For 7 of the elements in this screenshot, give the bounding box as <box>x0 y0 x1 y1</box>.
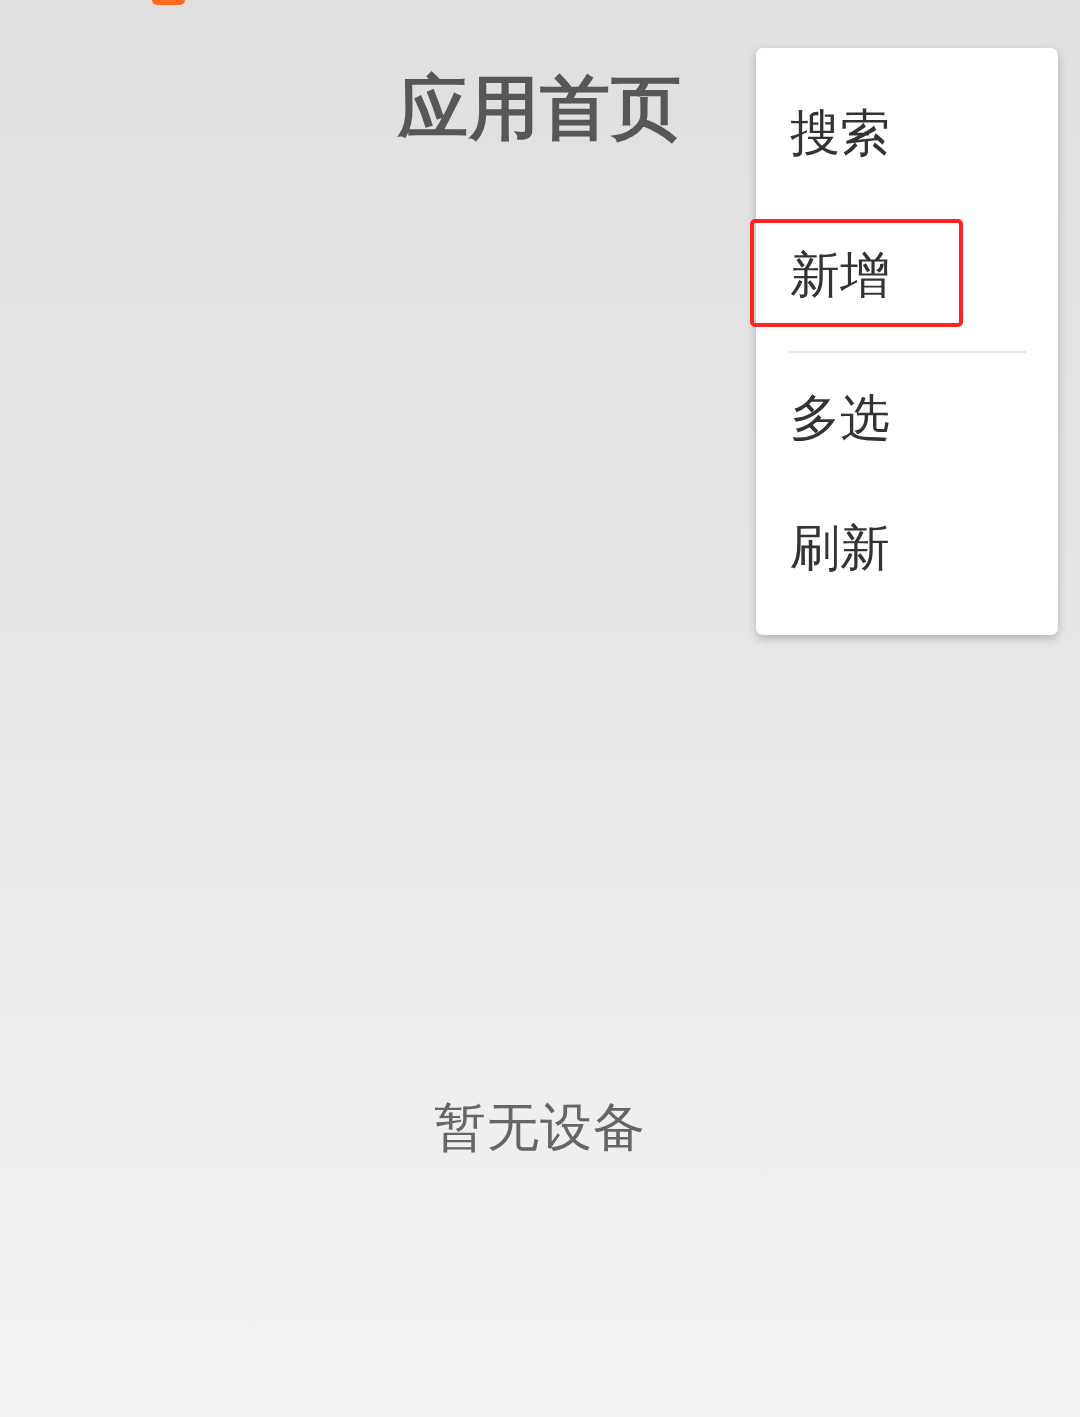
status-icon <box>152 0 185 5</box>
menu-item[interactable]: 刷新 <box>756 518 890 578</box>
menu-item[interactable]: 新增 <box>756 245 890 305</box>
menu-item[interactable]: 多选 <box>756 388 890 448</box>
page-title: 应用首页 <box>398 68 682 148</box>
empty-state-message: 暂无设备 <box>434 1096 646 1159</box>
menu-item[interactable]: 搜索 <box>756 103 890 163</box>
